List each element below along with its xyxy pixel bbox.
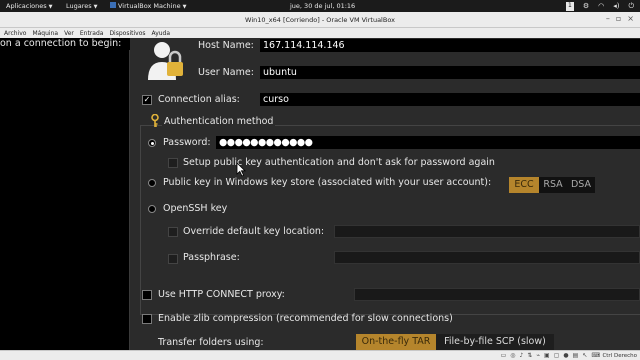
maximize-icon[interactable]: ▫	[616, 14, 621, 23]
password-label: Password:	[163, 137, 211, 148]
passphrase-checkbox[interactable]	[168, 254, 178, 264]
vbox-app-menu[interactable]: VirtualBox Machine ▼	[110, 2, 186, 10]
chevron-down-icon: ▼	[48, 4, 53, 10]
close-icon[interactable]: ×	[627, 14, 634, 23]
connection-alias-checkbox[interactable]: ✓	[142, 95, 152, 105]
override-location-label: Override default key location:	[183, 226, 325, 237]
zlib-checkbox[interactable]	[142, 314, 152, 324]
applications-label: Aplicaciones	[6, 2, 47, 10]
setup-pubkey-label: Setup public key authentication and don'…	[183, 157, 495, 168]
key-type-rsa[interactable]: RSA	[539, 177, 567, 193]
applications-menu[interactable]: Aplicaciones ▼	[6, 2, 52, 10]
network-icon[interactable]: ⇅	[527, 352, 532, 359]
http-proxy-input[interactable]	[354, 288, 640, 301]
host-name-label: Host Name:	[198, 40, 254, 51]
menu-archivo[interactable]: Archivo	[4, 30, 26, 37]
openssh-key-label: OpenSSH key	[163, 203, 228, 214]
vbox-app-label: VirtualBox Machine	[118, 2, 181, 10]
background-prompt-text: on a connection to begin:	[0, 38, 122, 49]
workspace-badge[interactable]: 1	[565, 2, 574, 11]
chevron-down-icon: ▼	[93, 4, 98, 10]
auth-method-label: Authentication method	[162, 116, 276, 127]
transfer-folders-label: Transfer folders using:	[158, 337, 264, 348]
accessibility-icon[interactable]: ⚙	[583, 2, 589, 11]
user-lock-icon	[148, 42, 183, 80]
audio-icon[interactable]: ♪	[520, 352, 524, 359]
session-settings-dialog: Host Name: 167.114.114.146 User Name: ub…	[130, 38, 640, 350]
key-type-ecc[interactable]: ECC	[509, 177, 539, 193]
passphrase-input[interactable]	[334, 251, 640, 264]
menu-dispositivos[interactable]: Dispositivos	[109, 30, 145, 37]
override-location-checkbox[interactable]	[168, 227, 178, 237]
cpu-icon[interactable]: ▤	[573, 352, 579, 359]
vbox-statusbar: ▭ ◎ ♪ ⇅ ⌁ ▣ ▢ ● ▤ ↖ ⌨ Ctrl Derecho	[0, 350, 640, 360]
menu-ayuda[interactable]: Ayuda	[152, 30, 171, 37]
display-icon[interactable]: ▢	[554, 352, 560, 359]
places-label: Lugares	[66, 2, 92, 10]
window-titlebar[interactable]: Win10_x64 [Corriendo] - Oracle VM Virtua…	[0, 12, 640, 28]
user-name-input[interactable]: ubuntu	[260, 66, 640, 79]
transfer-file-by-file-scp[interactable]: File-by-file SCP (slow)	[436, 334, 554, 350]
hdd-icon[interactable]: ▭	[501, 352, 507, 359]
zlib-label: Enable zlib compression (recommended for…	[158, 313, 453, 324]
optical-drive-icon[interactable]: ◎	[510, 352, 515, 359]
volume-icon[interactable]: ◂)	[613, 2, 619, 11]
minimize-icon[interactable]: –	[606, 14, 610, 23]
recording-icon[interactable]: ●	[563, 352, 568, 359]
window-title: Win10_x64 [Corriendo] - Oracle VM Virtua…	[245, 16, 395, 24]
gnome-top-bar: Aplicaciones ▼ Lugares ▼ VirtualBox Machin…	[0, 0, 640, 12]
keyboard-icon[interactable]: ⌨	[591, 352, 600, 359]
menu-ver[interactable]: Ver	[64, 30, 74, 37]
password-radio[interactable]	[148, 139, 156, 147]
http-proxy-label: Use HTTP CONNECT proxy:	[158, 289, 285, 300]
clock[interactable]: jue, 30 de jul, 01:16	[290, 2, 355, 10]
key-icon	[151, 114, 159, 127]
menu-maquina[interactable]: Máquina	[32, 30, 58, 37]
usb-icon[interactable]: ⌁	[536, 352, 540, 359]
shared-folders-icon[interactable]: ▣	[544, 352, 550, 359]
passphrase-label: Passphrase:	[183, 252, 240, 263]
override-location-input[interactable]	[334, 225, 640, 238]
http-proxy-checkbox[interactable]	[142, 290, 152, 300]
system-indicators[interactable]: 1 ⚙ ◠ ◂) ⏻	[565, 2, 634, 11]
key-type-dsa[interactable]: DSA	[567, 177, 595, 193]
host-name-input[interactable]: 167.114.114.146	[260, 39, 640, 52]
setup-pubkey-checkbox[interactable]	[168, 158, 178, 168]
window-controls: – ▫ ×	[606, 14, 634, 23]
mouse-cursor-icon	[236, 162, 246, 177]
power-icon[interactable]: ⏻	[628, 2, 634, 11]
menu-entrada[interactable]: Entrada	[80, 30, 104, 37]
connection-alias-input[interactable]: curso	[260, 93, 640, 106]
user-name-label: User Name:	[198, 67, 254, 78]
virtualbox-icon	[110, 2, 116, 8]
device-indicators: ▭ ◎ ♪ ⇅ ⌁ ▣ ▢ ● ▤ ↖ ⌨	[501, 352, 600, 359]
openssh-key-radio[interactable]	[148, 205, 156, 213]
vbox-menubar: Archivo Máquina Ver Entrada Dispositivos…	[0, 28, 640, 38]
password-input[interactable]: ●●●●●●●●●●●●	[216, 136, 640, 149]
transfer-on-the-fly-tar[interactable]: On-the-fly TAR	[356, 334, 436, 350]
connection-alias-label: Connection alias:	[158, 94, 240, 105]
windows-keystore-radio[interactable]	[148, 179, 156, 187]
host-key-label: Ctrl Derecho	[602, 352, 637, 359]
places-menu[interactable]: Lugares ▼	[66, 2, 98, 10]
wifi-icon[interactable]: ◠	[598, 2, 604, 11]
windows-keystore-label: Public key in Windows key store (associa…	[163, 177, 492, 188]
mouse-integration-icon[interactable]: ↖	[582, 352, 587, 359]
guest-display[interactable]: on a connection to begin: Host Name: 167…	[0, 38, 640, 350]
left-panel	[0, 50, 130, 350]
chevron-down-icon: ▼	[182, 4, 187, 10]
auth-method-group	[140, 125, 640, 315]
